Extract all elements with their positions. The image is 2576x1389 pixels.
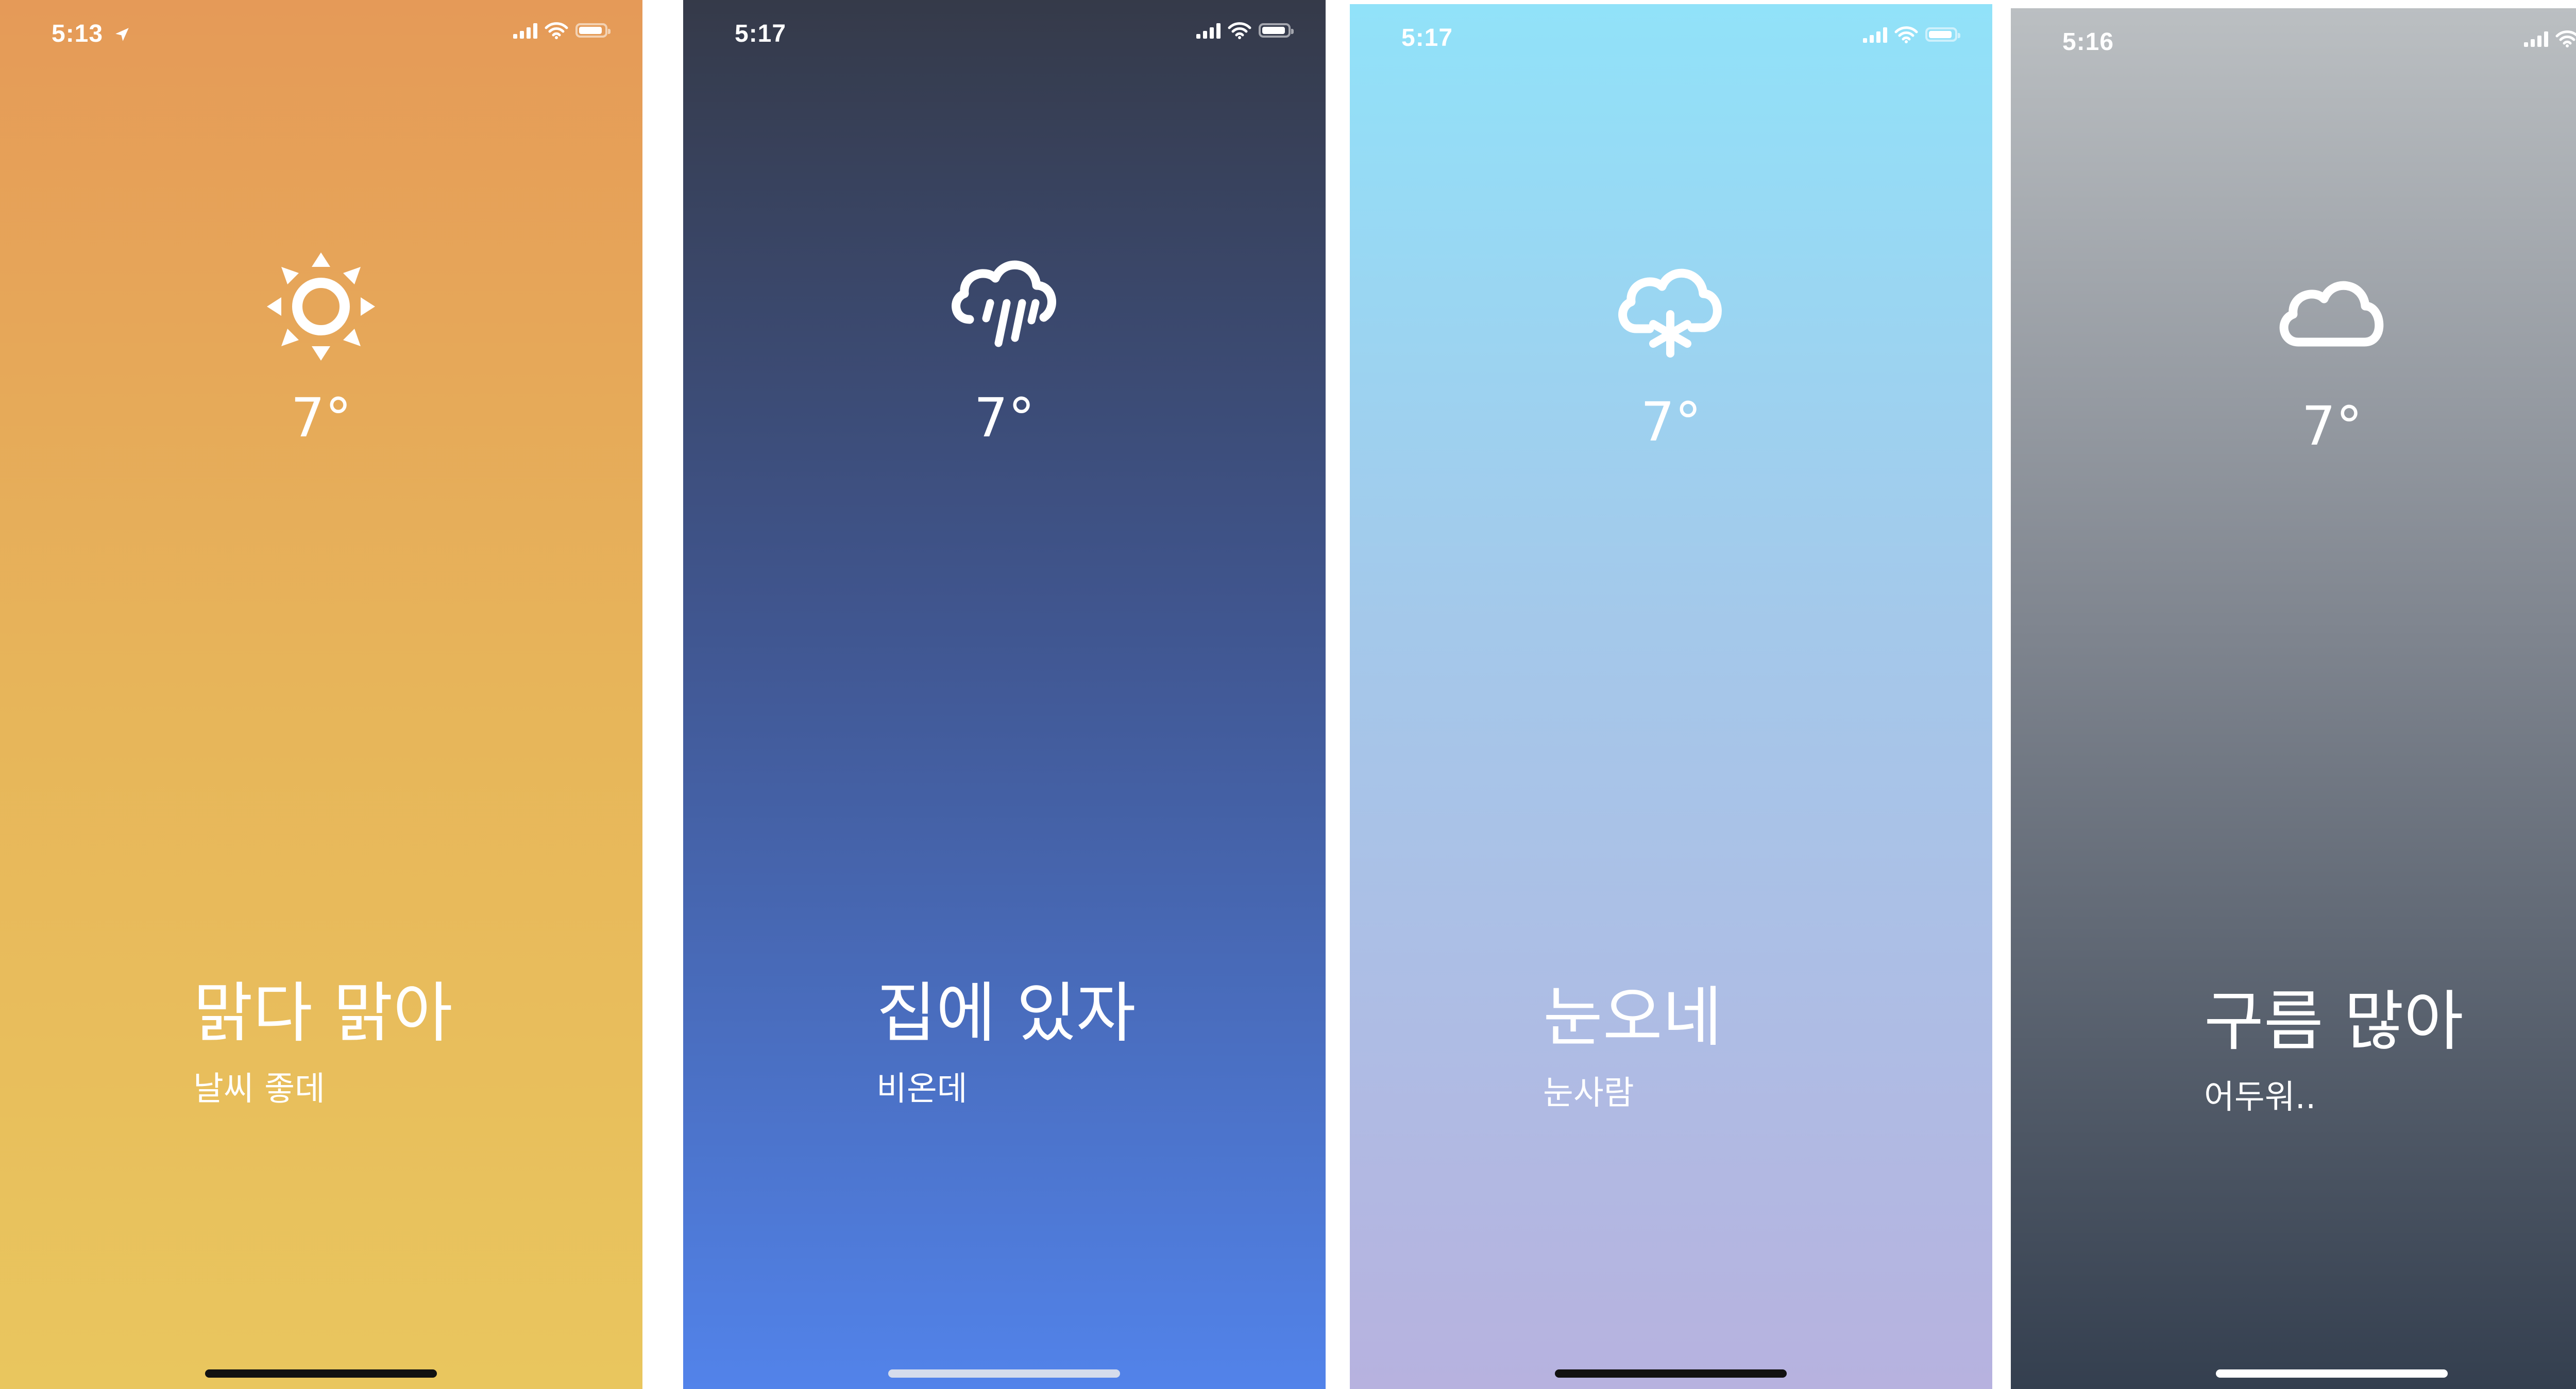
phone-screen-cloudy: 5:16 7° 구름 많아 어두워.. [2011, 8, 2576, 1389]
sun-icon [267, 252, 375, 361]
weather-title: 집에 있자 [876, 975, 1136, 1051]
weather-title: 구름 많아 [2204, 984, 2464, 1059]
cloud-rain-icon [952, 260, 1056, 347]
cellular-signal-icon [513, 22, 537, 39]
status-bar-time: 5:13 [52, 20, 131, 48]
phone-screen-sunny: 5:13 7° 맑다 맑아 날씨 좋데 [0, 0, 642, 1389]
home-indicator[interactable] [888, 1369, 1120, 1378]
phone-screen-rain: 5:17 7° 집에 있자 비온데 [683, 0, 1326, 1389]
status-bar-icons [2524, 30, 2576, 47]
weather-subtitle: 날씨 좋데 [193, 1070, 325, 1108]
battery-icon [1259, 23, 1294, 38]
status-bar-time: 5:17 [1401, 24, 1453, 52]
temperature-label: 7° [2301, 395, 2363, 458]
wifi-icon [1228, 22, 1251, 39]
weather-subtitle: 비온데 [876, 1070, 968, 1108]
weather-title: 맑다 맑아 [193, 975, 453, 1051]
temperature-label: 7° [291, 386, 352, 449]
weather-title: 눈오네 [1543, 979, 1722, 1055]
status-bar-icons [513, 22, 611, 39]
wifi-icon [545, 22, 568, 39]
status-bar-time: 5:17 [735, 20, 787, 47]
weather-subtitle: 눈사람 [1543, 1074, 1634, 1112]
cellular-signal-icon [2524, 30, 2548, 47]
status-bar-icons [1196, 22, 1294, 39]
temperature-label: 7° [1640, 391, 1702, 453]
home-indicator[interactable] [205, 1369, 437, 1378]
wifi-icon [1894, 26, 1918, 43]
cellular-signal-icon [1196, 22, 1221, 39]
cloud-snow-icon [1618, 268, 1722, 358]
home-indicator[interactable] [2216, 1369, 2448, 1378]
cellular-signal-icon [1863, 26, 1887, 43]
status-bar-time: 5:16 [2062, 28, 2114, 56]
home-indicator[interactable] [1555, 1369, 1787, 1378]
location-arrow-icon [115, 28, 129, 41]
battery-icon [575, 23, 611, 38]
status-bar-icons [1863, 26, 1960, 43]
wifi-icon [2555, 30, 2576, 47]
battery-icon [1925, 27, 1960, 42]
temperature-label: 7° [974, 386, 1035, 449]
phone-screen-snow: 5:17 7° 눈오네 눈사람 [1350, 4, 1992, 1389]
cloud-icon [2279, 281, 2384, 347]
weather-subtitle: 어두워.. [2204, 1078, 2316, 1116]
